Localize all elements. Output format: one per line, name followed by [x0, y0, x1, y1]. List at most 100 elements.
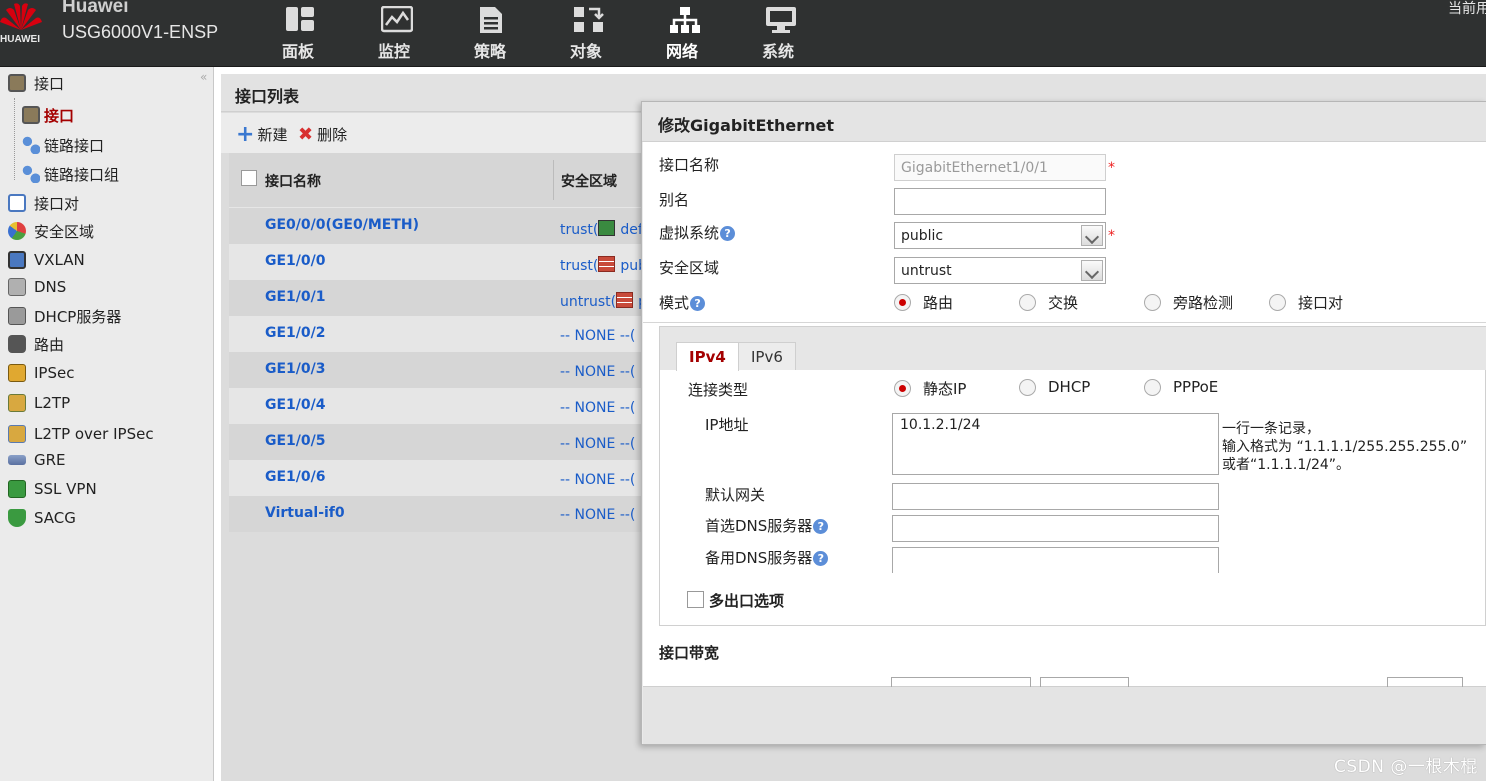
nav-dashboard[interactable]: 面板	[263, 0, 333, 66]
delete-button-label: 删除	[317, 126, 348, 144]
column-header-name[interactable]: 接口名称	[265, 171, 321, 191]
ip-address-textarea[interactable]: 10.1.2.1/24	[892, 413, 1219, 475]
new-button[interactable]: + 新建	[236, 123, 287, 145]
vsys-select-value: public	[901, 227, 944, 244]
zone-link[interactable]: -- NONE --(	[560, 400, 635, 416]
gateway-field[interactable]	[892, 483, 1219, 510]
radio-label: DHCP	[1048, 378, 1091, 396]
sidebar-item-l2tp[interactable]: L2TP	[8, 390, 70, 416]
mode-radio-interface-pair[interactable]: 接口对	[1269, 292, 1343, 313]
multi-exit-checkbox[interactable]	[687, 591, 704, 608]
vsys-select[interactable]: public	[894, 222, 1106, 249]
conn-radio-dhcp[interactable]: DHCP	[1019, 378, 1090, 396]
gateway-label: 默认网关	[705, 486, 766, 504]
delete-button[interactable]: ✖ 删除	[298, 124, 347, 145]
interface-name-link[interactable]: GE1/0/4	[265, 397, 326, 413]
link-interface-icon	[22, 136, 40, 154]
radio-label: 交换	[1048, 294, 1079, 312]
nav-monitor[interactable]: 监控	[359, 0, 429, 66]
dns2-label-text: 备用DNS服务器	[705, 549, 813, 567]
interface-name-link[interactable]: GE1/0/0	[265, 253, 326, 269]
nav-network[interactable]: 网络	[647, 0, 717, 66]
dns1-label: 首选DNS服务器?	[705, 515, 829, 536]
nav-system[interactable]: 系统	[743, 0, 813, 66]
sidebar-item-ssl-vpn[interactable]: SSL VPN	[8, 476, 97, 502]
help-icon[interactable]: ?	[813, 551, 829, 566]
zone-link[interactable]: -- NONE --(	[560, 328, 635, 344]
mode-label-text: 模式	[659, 294, 690, 312]
zone-link[interactable]: trust(pub	[560, 256, 647, 274]
sidebar-item-label: IPSec	[34, 364, 75, 382]
dialog-footer	[643, 686, 1486, 744]
interface-name-link[interactable]: GE1/0/2	[265, 325, 326, 341]
tab-ipv4[interactable]: IPv4	[676, 342, 739, 371]
mode-radio-switch[interactable]: 交换	[1019, 292, 1078, 313]
help-icon[interactable]: ?	[690, 296, 706, 311]
interface-name-link[interactable]: GE0/0/0(GE0/METH)	[265, 217, 419, 233]
zone-link[interactable]: untrust(p	[560, 292, 647, 310]
collapse-sidebar-icon[interactable]: «	[200, 70, 207, 84]
dns1-field[interactable]	[892, 515, 1219, 542]
l2tp-over-ipsec-icon	[8, 425, 26, 443]
interface-name-link[interactable]: GE1/0/1	[265, 289, 326, 305]
zone-link[interactable]: trust(defa	[560, 220, 651, 238]
bandwidth-field[interactable]	[891, 677, 1031, 687]
interface-name-link[interactable]: GE1/0/5	[265, 433, 326, 449]
interface-name-link[interactable]: GE1/0/3	[265, 361, 326, 377]
zone-select[interactable]: untrust	[894, 257, 1106, 284]
zone-link[interactable]: -- NONE --(	[560, 436, 635, 452]
dns2-field[interactable]	[892, 547, 1219, 573]
interface-name-field: GigabitEthernet1/0/1	[894, 154, 1106, 181]
sidebar-item-security-zone[interactable]: 安全区域	[8, 218, 94, 244]
alias-field[interactable]	[894, 188, 1106, 215]
zone-link[interactable]: -- NONE --(	[560, 364, 635, 380]
zone-label: untrust(	[560, 294, 617, 310]
sidebar-item-link-interface[interactable]: 链路接口	[22, 132, 104, 158]
sidebar-item-sacg[interactable]: SACG	[8, 505, 76, 531]
sidebar-item-label: 接口	[44, 106, 75, 125]
chevron-down-icon[interactable]	[1081, 225, 1103, 246]
multi-exit-label: 多出口选项	[709, 592, 785, 610]
sidebar-item-vxlan[interactable]: VXLAN	[8, 247, 85, 273]
sidebar-item-interface-group[interactable]: 接口	[8, 70, 64, 96]
sidebar-item-routing[interactable]: 路由	[8, 331, 64, 357]
sidebar-item-gre[interactable]: GRE	[8, 447, 66, 473]
bandwidth-unit-select[interactable]	[1040, 677, 1129, 687]
sidebar-item-dns[interactable]: DNS	[8, 274, 66, 300]
sidebar-item-interface-pair[interactable]: 接口对	[8, 190, 79, 216]
mode-radio-bypass[interactable]: 旁路检测	[1144, 292, 1233, 313]
chevron-down-icon[interactable]	[1081, 260, 1103, 281]
help-icon[interactable]: ?	[720, 226, 736, 241]
nav-policy[interactable]: 策略	[455, 0, 525, 66]
radio-dot	[1019, 378, 1036, 396]
zone-link[interactable]: -- NONE --(	[560, 472, 635, 488]
select-all-checkbox[interactable]	[241, 170, 257, 186]
nav-object[interactable]: 对象	[551, 0, 621, 66]
sidebar-item-l2tp-over-ipsec[interactable]: L2TP over IPSec	[8, 421, 154, 447]
current-user-label[interactable]: 当前用	[1448, 0, 1486, 18]
sidebar-item-label: 链路接口组	[44, 165, 120, 184]
interface-icon	[8, 74, 26, 92]
conn-radio-pppoe[interactable]: PPPoE	[1144, 378, 1218, 396]
network-icon	[670, 7, 700, 33]
sidebar-item-link-interface-group[interactable]: 链路接口组	[22, 161, 119, 187]
interface-name-link[interactable]: GE1/0/6	[265, 469, 326, 485]
ssl-vpn-icon	[8, 480, 26, 498]
bandwidth-threshold-field[interactable]	[1387, 677, 1463, 687]
interface-icon	[22, 106, 40, 124]
column-header-zone[interactable]: 安全区域	[561, 171, 617, 191]
conn-radio-static[interactable]: 静态IP	[894, 378, 966, 399]
radio-dot	[894, 380, 911, 397]
sidebar-item-dhcp-server[interactable]: DHCP服务器	[8, 303, 121, 329]
sidebar-item-label: DHCP服务器	[34, 307, 122, 326]
tab-ipv6[interactable]: IPv6	[738, 342, 796, 370]
bandwidth-section-title: 接口带宽	[659, 644, 720, 662]
zone-label: -- NONE --(	[560, 507, 636, 523]
help-icon[interactable]: ?	[813, 519, 829, 534]
mode-radio-route[interactable]: 路由	[894, 292, 953, 313]
interface-name-link[interactable]: Virtual-if0	[265, 505, 345, 521]
zone-link[interactable]: -- NONE --(	[560, 507, 635, 523]
vsys-label-text: 虚拟系统	[659, 224, 720, 242]
sidebar-item-interface[interactable]: 接口	[22, 102, 74, 128]
sidebar-item-ipsec[interactable]: IPSec	[8, 360, 74, 386]
